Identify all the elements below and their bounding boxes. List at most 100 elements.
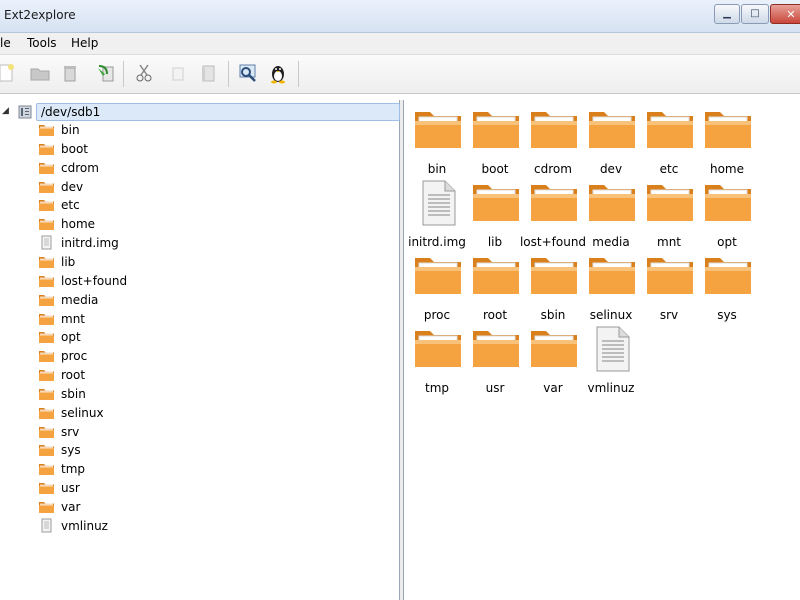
tree-item-label: initrd.img: [61, 236, 119, 251]
tree-item-label: mnt: [61, 311, 85, 326]
folder-icon: [38, 160, 55, 178]
folder-icon: [471, 252, 521, 299]
tree-item-var[interactable]: var: [38, 498, 338, 516]
tree-item-usr[interactable]: usr: [38, 479, 338, 497]
new-button[interactable]: [0, 61, 18, 85]
file-icon: [587, 325, 637, 376]
file-icon: [38, 518, 55, 536]
tree-item-root[interactable]: root: [38, 366, 338, 384]
close-button[interactable]: ✕: [770, 4, 800, 24]
grid-item-sys[interactable]: sys: [698, 252, 756, 322]
toolbar: [0, 55, 800, 94]
tree-item-label: lost+found: [61, 273, 128, 288]
tree-item-proc[interactable]: proc: [38, 347, 338, 365]
tree-root[interactable]: ◢ /dev/sdb1: [0, 103, 400, 121]
tree-item-lost-found[interactable]: lost+found: [38, 272, 338, 290]
folder-icon: [38, 273, 55, 291]
menu-help[interactable]: Help: [71, 36, 98, 50]
tree-item-home[interactable]: home: [38, 215, 338, 233]
tree-item-label: root: [61, 368, 86, 383]
folder-icon: [645, 252, 695, 299]
save-button[interactable]: [94, 61, 118, 85]
folder-icon: [38, 329, 55, 347]
folder-icon: [38, 216, 55, 234]
search-button[interactable]: [236, 61, 260, 85]
collapse-arrow-icon[interactable]: ◢: [2, 106, 9, 116]
tree-item-media[interactable]: media: [38, 291, 338, 309]
tree-item-label: media: [61, 292, 99, 307]
tree-item-vmlinuz[interactable]: vmlinuz: [38, 517, 338, 535]
folder-icon: [38, 254, 55, 272]
tree-item-srv[interactable]: srv: [38, 423, 338, 441]
tree-item-lib[interactable]: lib: [38, 253, 338, 271]
toolbar-separator: [298, 61, 299, 87]
grid-item-label: opt: [717, 235, 737, 249]
paste-icon: [202, 65, 215, 82]
delete-button[interactable]: [58, 61, 82, 85]
tree-item-boot[interactable]: boot: [38, 140, 338, 158]
search-icon: [239, 64, 256, 82]
tree-item-sys[interactable]: sys: [38, 441, 338, 459]
title-bar: Ext2explore ▁ □ ✕: [0, 0, 800, 33]
folder-icon: [471, 325, 521, 372]
tree-item-label: vmlinuz: [61, 518, 108, 533]
menu-file[interactable]: le: [0, 36, 11, 50]
menu-tools[interactable]: Tools: [27, 36, 57, 50]
tree-item-label: srv: [61, 424, 80, 439]
folder-icon: [471, 179, 521, 226]
tree-item-selinux[interactable]: selinux: [38, 404, 338, 422]
maximize-button[interactable]: □: [741, 4, 769, 24]
grid-item-label: home: [709, 162, 745, 176]
tree-item-sbin[interactable]: sbin: [38, 385, 338, 403]
tree-item-bin[interactable]: bin: [38, 121, 338, 139]
tree-item-label: selinux: [61, 405, 104, 420]
delete-icon: [64, 66, 76, 82]
linux-icon: [271, 66, 285, 84]
folder-icon: [587, 106, 637, 153]
folder-icon: [38, 141, 55, 159]
tree-item-label: lib: [61, 254, 76, 269]
tree-item-mnt[interactable]: mnt: [38, 310, 338, 328]
tree-item-label: sbin: [61, 386, 86, 401]
folder-icon: [38, 461, 55, 479]
folder-icon: [529, 325, 579, 372]
folder-icon: [645, 179, 695, 226]
grid-item-opt[interactable]: opt: [698, 179, 756, 249]
maximize-icon: □: [750, 8, 760, 19]
file-icon: [413, 179, 463, 230]
cut-button[interactable]: [132, 61, 156, 85]
grid-item-label: vmlinuz: [587, 381, 635, 395]
tree-item-label: sys: [61, 443, 81, 458]
tree-item-opt[interactable]: opt: [38, 328, 338, 346]
cut-icon: [136, 64, 152, 82]
folder-icon: [529, 179, 579, 226]
tree-item-initrd-img[interactable]: initrd.img: [38, 234, 338, 252]
paste-button[interactable]: [196, 61, 220, 85]
folder-icon: [38, 405, 55, 423]
tree-root-label[interactable]: /dev/sdb1: [36, 103, 400, 121]
folder-tree[interactable]: ◢ /dev/sdb1 bin boot cdrom dev etc home initrd…: [0, 100, 400, 600]
file-icon-view[interactable]: bin boot cdrom dev etc home initrd.img lib lost+…: [403, 100, 800, 600]
linux-button[interactable]: [266, 61, 290, 85]
folder-icon: [645, 106, 695, 153]
grid-item-vmlinuz[interactable]: vmlinuz: [582, 325, 640, 395]
copy-button[interactable]: [166, 61, 190, 85]
folder-icon: [703, 179, 753, 226]
close-icon: ✕: [786, 7, 796, 21]
tree-item-label: proc: [61, 349, 88, 364]
folder-icon: [38, 311, 55, 329]
tree-item-tmp[interactable]: tmp: [38, 460, 338, 478]
folder-icon: [38, 499, 55, 517]
grid-item-home[interactable]: home: [698, 106, 756, 176]
folder-icon: [38, 179, 55, 197]
folder-icon: [38, 386, 55, 404]
tree-item-cdrom[interactable]: cdrom: [38, 159, 338, 177]
folder-icon: [529, 106, 579, 153]
folder-icon: [413, 325, 463, 372]
minimize-button[interactable]: ▁: [714, 4, 740, 24]
open-button[interactable]: [28, 61, 52, 85]
toolbar-separator: [228, 61, 229, 87]
folder-icon: [587, 252, 637, 299]
tree-item-dev[interactable]: dev: [38, 178, 338, 196]
tree-item-etc[interactable]: etc: [38, 196, 338, 214]
